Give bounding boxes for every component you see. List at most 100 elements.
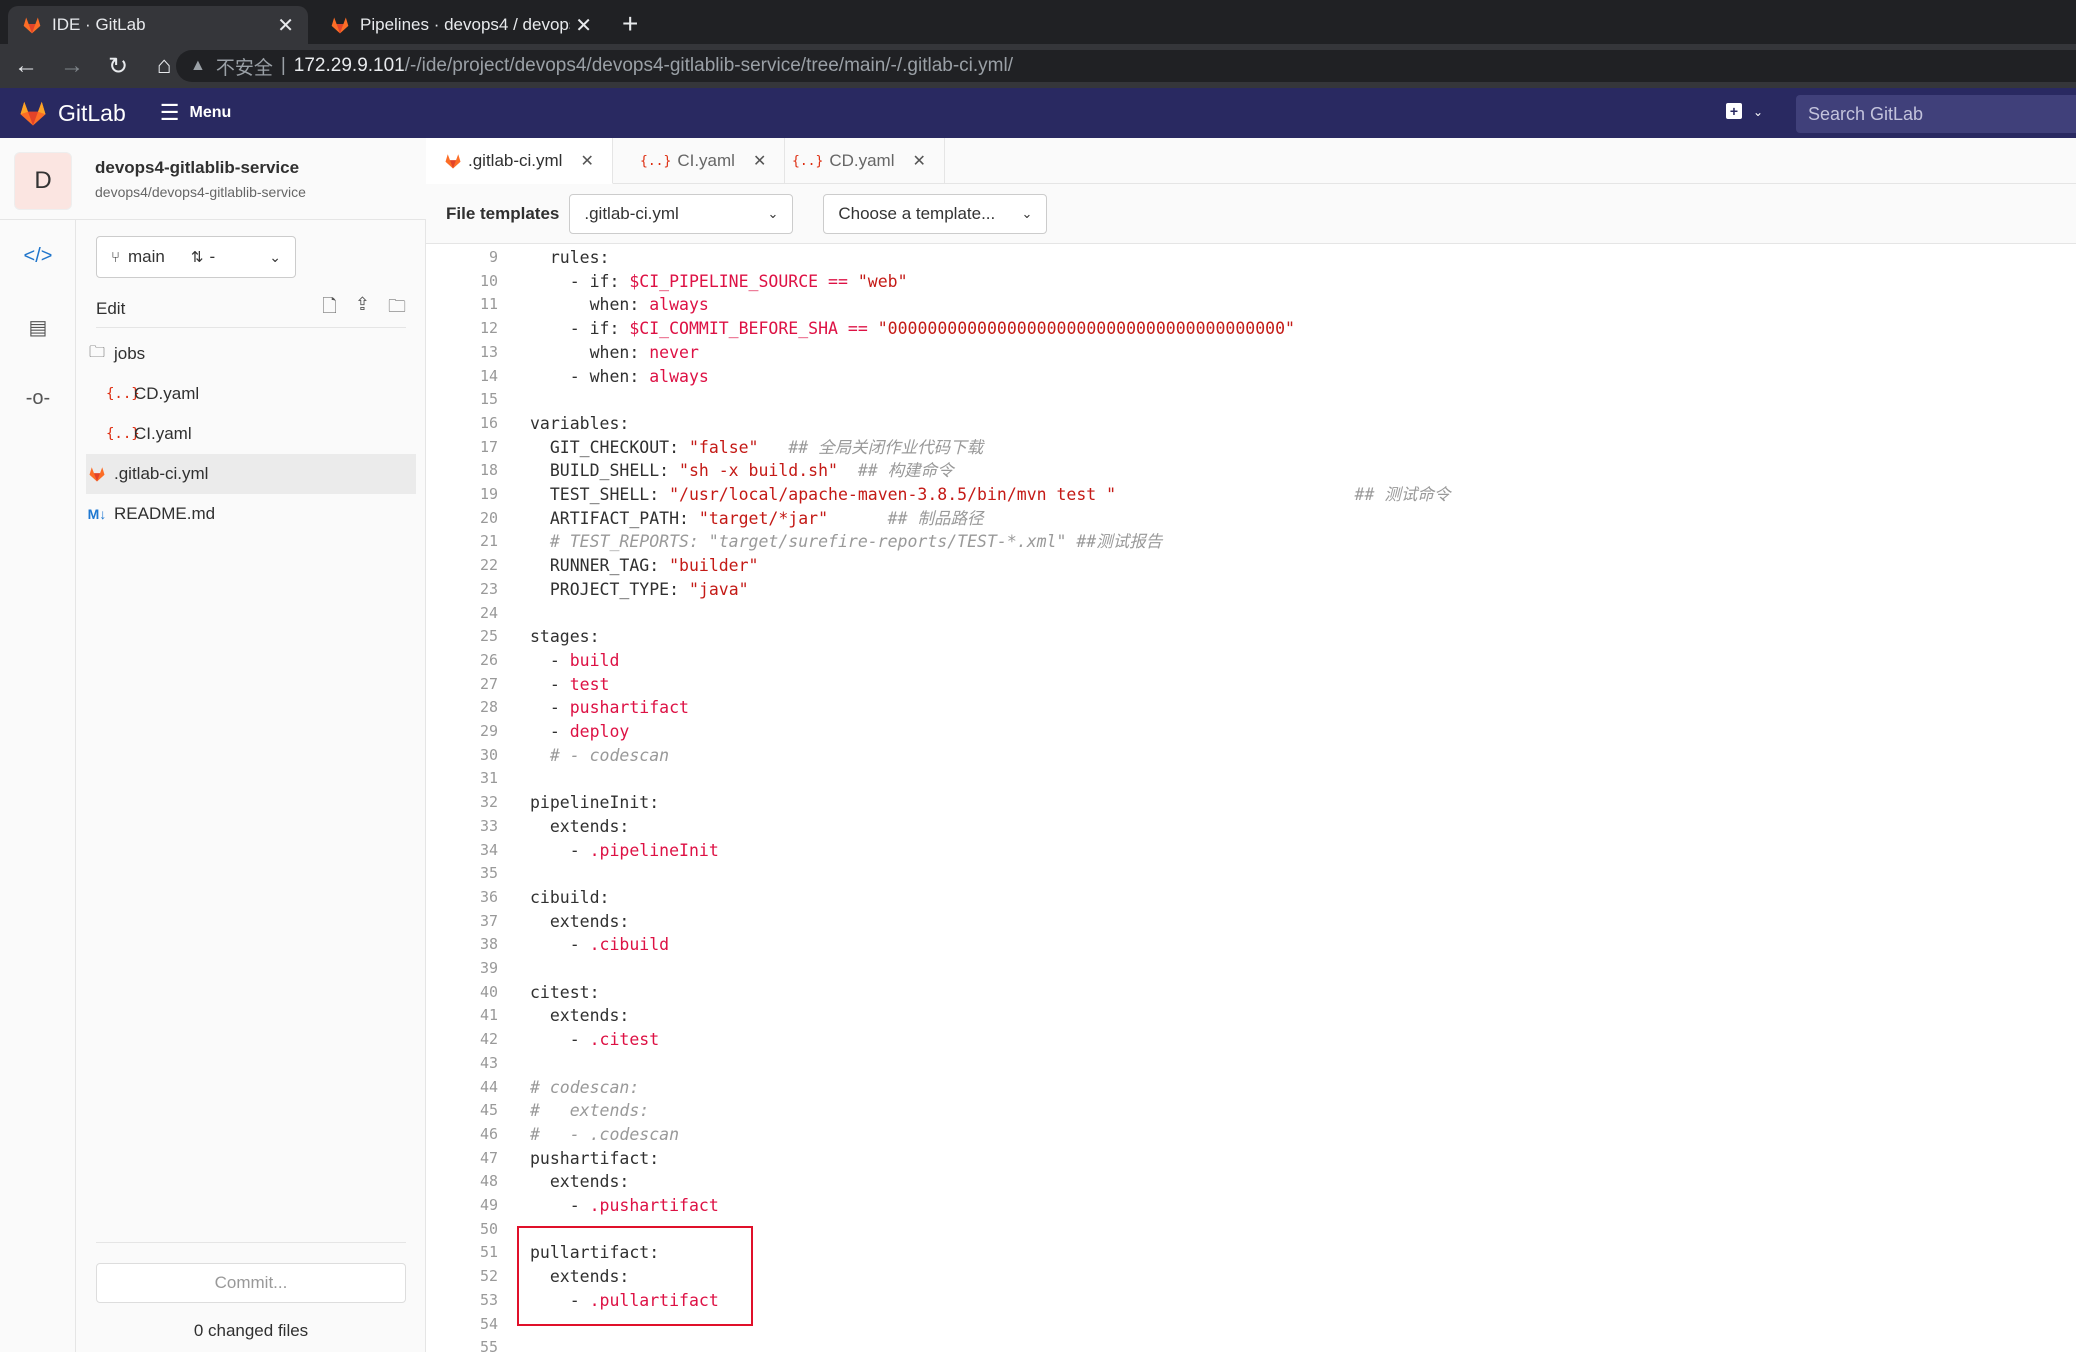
highlight-annotation-box: [517, 1226, 753, 1326]
line-number: 33: [479, 816, 498, 835]
line-source: # extends:: [530, 1101, 650, 1121]
line-number: 21: [479, 532, 498, 551]
line-source: # TEST_REPORTS: "target/surefire-reports…: [530, 532, 1163, 552]
tree-item-jobs[interactable]: 🗀 jobs: [86, 334, 416, 374]
line-number: 38: [479, 935, 498, 954]
markdown-file-icon: M↓: [87, 506, 107, 522]
editor-tab-ci-yaml[interactable]: {..} CI.yaml ✕: [622, 138, 786, 184]
line-source: - deploy: [530, 722, 630, 741]
line-number: 16: [479, 413, 498, 432]
new-folder-icon[interactable]: 🗀: [388, 294, 406, 324]
template-choice-placeholder: Choose a template...: [838, 203, 996, 223]
browser-tab-strip: IDE · GitLab ✕ Pipelines · devops4 / dev…: [0, 0, 2076, 44]
branch-icon: ⑂: [111, 248, 121, 266]
line-number: 52: [479, 1267, 498, 1286]
commit-icon[interactable]: -o-: [22, 382, 54, 414]
template-choice-dropdown[interactable]: Choose a template... ⌄: [823, 193, 1048, 234]
line-number: 18: [479, 461, 498, 480]
project-header: D devops4-gitlablib-service devops4/devo…: [0, 138, 426, 220]
merge-request-value: -: [209, 247, 216, 266]
review-clipboard-icon[interactable]: ▤: [22, 311, 54, 343]
editor-tab-cd-yaml[interactable]: {..} CD.yaml ✕: [774, 138, 945, 184]
template-type-dropdown[interactable]: .gitlab-ci.yml ⌄: [569, 193, 794, 234]
line-number: 35: [479, 864, 498, 883]
branch-selector[interactable]: ⑂ main ⇅ - ⌄: [96, 236, 296, 278]
line-number: 39: [479, 959, 498, 977]
plus-square-icon: +: [1726, 103, 1742, 119]
line-number: 55: [479, 1338, 498, 1352]
address-bar[interactable]: ▲ 不安全 | 172.29.9.101 /-/ide/project/devo…: [176, 50, 2076, 82]
project-avatar[interactable]: D: [14, 152, 72, 210]
line-number: 48: [479, 1172, 498, 1191]
line-number: 37: [479, 911, 498, 930]
reload-icon[interactable]: ↻: [98, 52, 138, 81]
line-source: pushartifact:: [530, 1148, 660, 1168]
new-dropdown-button[interactable]: + ⌄: [1726, 100, 1763, 121]
close-tab-icon[interactable]: ✕: [575, 13, 592, 38]
close-icon[interactable]: ✕: [912, 151, 925, 171]
line-source: GIT_CHECKOUT: "false" ## 全局关闭作业代码下载: [530, 437, 984, 457]
line-number: 20: [479, 508, 498, 527]
line-number: 29: [479, 722, 498, 740]
line-source: - if: $CI_PIPELINE_SOURCE == "web": [530, 271, 908, 291]
upload-icon[interactable]: ⇪: [355, 294, 370, 324]
folder-icon: 🗀: [88, 343, 105, 361]
close-tab-icon[interactable]: ✕: [277, 13, 294, 38]
chevron-down-icon: ⌄: [1021, 205, 1033, 221]
project-path: devops4/devops4-gitlablib-service: [95, 184, 306, 200]
line-number: 50: [479, 1219, 498, 1238]
gitlab-file-icon: [445, 153, 461, 168]
browser-tab-pipelines[interactable]: Pipelines · devops4 / devops4 ✕: [316, 6, 606, 44]
line-number: 24: [479, 603, 498, 622]
back-arrow-icon[interactable]: ←: [6, 52, 46, 80]
yaml-file-icon: {..}: [792, 153, 824, 169]
security-label: 不安全: [215, 57, 273, 79]
close-icon[interactable]: ✕: [580, 151, 593, 171]
tree-item-cd-yaml[interactable]: {..} CD.yaml: [86, 374, 416, 414]
gitlab-logo-icon: [331, 17, 349, 34]
commit-button[interactable]: Commit...: [96, 1263, 406, 1303]
line-number: 15: [479, 390, 498, 409]
line-number: 54: [479, 1314, 498, 1333]
project-name[interactable]: devops4-gitlablib-service: [95, 158, 299, 178]
new-tab-plus-icon[interactable]: +: [622, 8, 638, 40]
line-number: 14: [479, 366, 498, 385]
line-source: rules:: [530, 248, 610, 267]
forward-arrow-icon[interactable]: →: [52, 52, 92, 80]
editor-tab-gitlab-ci[interactable]: .gitlab-ci.yml ✕: [426, 138, 613, 184]
new-file-icon[interactable]: 🗋: [322, 294, 336, 324]
line-source: stages:: [530, 627, 600, 647]
line-number: 28: [479, 698, 498, 717]
line-number: 9: [488, 248, 498, 266]
main-menu-button[interactable]: ☰ Menu: [160, 100, 232, 126]
line-number: 17: [479, 437, 498, 456]
tree-item-readme[interactable]: M↓ README.md: [86, 494, 416, 534]
tree-item-ci-yaml[interactable]: {..} CI.yaml: [86, 414, 416, 454]
line-source: cibuild:: [530, 887, 610, 907]
line-source: extends:: [530, 1172, 630, 1192]
chevron-down-icon: ⌄: [767, 205, 779, 221]
line-source: variables:: [530, 413, 630, 433]
tree-item-label: .gitlab-ci.yml: [114, 464, 209, 483]
line-source: - if: $CI_COMMIT_BEFORE_SHA == "00000000…: [530, 319, 1295, 339]
file-templates-label: File templates: [446, 203, 560, 223]
code-icon[interactable]: </>: [22, 240, 54, 272]
line-number: 31: [479, 769, 498, 788]
line-number: 44: [479, 1077, 498, 1096]
brand-name: GitLab: [58, 99, 126, 126]
search-input[interactable]: Search GitLab: [1796, 95, 2076, 133]
gitlab-home-link[interactable]: GitLab: [18, 98, 126, 128]
browser-tab-ide[interactable]: IDE · GitLab ✕: [8, 6, 308, 44]
line-source: # - .codescan: [530, 1124, 680, 1144]
code-editor[interactable]: 9 rules: 10 - if: $CI_PIPELINE_SOURCE == …: [426, 244, 2076, 1352]
line-number: 53: [479, 1290, 498, 1309]
chevron-down-icon: ⌄: [269, 248, 281, 265]
line-number: 22: [479, 556, 498, 575]
close-icon[interactable]: ✕: [753, 151, 766, 171]
file-templates-bar: File templates .gitlab-ci.yml ⌄ Choose a…: [426, 184, 2076, 244]
line-source: - build: [530, 650, 620, 670]
file-tree-panel: ⑂ main ⇅ - ⌄ Edit 🗋 ⇪ 🗀 🗀 jobs {..} CD.y…: [76, 220, 426, 1352]
yaml-file-icon: {..}: [106, 386, 140, 402]
line-number: 41: [479, 1006, 498, 1025]
tree-item-gitlab-ci[interactable]: .gitlab-ci.yml: [86, 454, 416, 494]
